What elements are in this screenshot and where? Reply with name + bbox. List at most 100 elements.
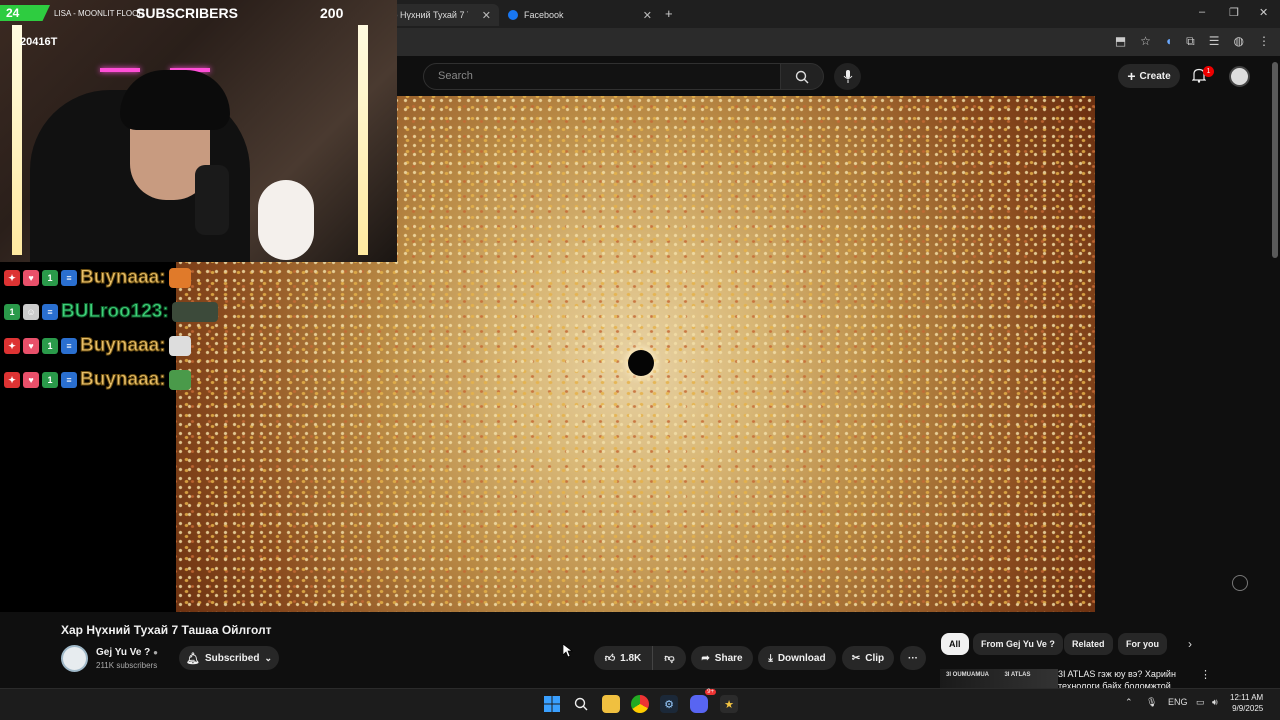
black-hole-graphic bbox=[628, 350, 654, 376]
chip-related[interactable]: Related bbox=[1064, 633, 1113, 655]
system-clock[interactable]: 12:11 AM 9/9/2025 bbox=[1230, 692, 1263, 714]
player-side-area bbox=[1095, 96, 1270, 612]
sword-badge-icon: ✦ bbox=[4, 270, 20, 286]
windows-start-icon[interactable] bbox=[543, 695, 561, 713]
recommended-thumbnail[interactable]: 3I OUMUAMUA 3I ATLAS bbox=[940, 669, 1058, 689]
chevron-right-icon[interactable]: › bbox=[1188, 637, 1192, 651]
new-tab-button[interactable]: + bbox=[665, 6, 673, 21]
list-badge-icon: ≡ bbox=[61, 372, 77, 388]
network-icon[interactable]: ▭ bbox=[1196, 697, 1205, 708]
first-badge-icon: 1 bbox=[42, 270, 58, 286]
toolbar-icons: ⬒ ☆ ◖ ⧉ ☰ ◍ ⋮ bbox=[1115, 34, 1270, 49]
tab-facebook[interactable]: Facebook ✕ bbox=[500, 4, 660, 26]
music-ticker: LISA - MOONLIT FLOOR bbox=[54, 8, 145, 18]
share-button[interactable]: ➦ Share bbox=[691, 646, 753, 670]
thumbs-up-icon: 👍︎ bbox=[604, 653, 616, 664]
create-label: Create bbox=[1139, 70, 1171, 82]
maximize-button[interactable]: ❐ bbox=[1229, 6, 1239, 19]
dislike-button[interactable]: 👎︎ bbox=[652, 646, 686, 670]
channel-name-text: Gej Yu Ve ? bbox=[96, 647, 151, 658]
chip-all[interactable]: All bbox=[941, 633, 969, 655]
list-badge-icon: ≡ bbox=[42, 304, 58, 320]
verified-icon: ● bbox=[153, 648, 158, 657]
cat-badge-icon: ☺ bbox=[23, 304, 39, 320]
share-arrow-icon: ➦ bbox=[701, 652, 710, 664]
streamer-webcam bbox=[0, 0, 397, 262]
taskbar-search-icon[interactable] bbox=[572, 695, 590, 713]
clip-button[interactable]: ✂ Clip bbox=[842, 646, 894, 670]
voice-search-button[interactable] bbox=[834, 63, 861, 90]
tray-mic-icon[interactable]: 🎙︎ bbox=[1146, 697, 1157, 708]
compass-icon[interactable] bbox=[1232, 575, 1248, 591]
chat-username: BULroo123: bbox=[61, 301, 170, 323]
tab-close-icon[interactable]: ✕ bbox=[482, 9, 491, 22]
clock-time: 12:11 AM bbox=[1230, 693, 1264, 702]
bell-icon: 🔔︎ bbox=[186, 652, 200, 665]
chat-username: Buynaaa: bbox=[80, 335, 167, 357]
heart-badge-icon: ♥ bbox=[23, 270, 39, 286]
subscribers-label: SUBSCRIBERS bbox=[136, 5, 238, 21]
close-window-button[interactable]: ✕ bbox=[1259, 6, 1268, 19]
tab-label: Facebook bbox=[524, 10, 564, 20]
video-title: Хар Нүхний Тухай 7 Ташаа Ойлголт bbox=[61, 623, 272, 637]
download-label: Download bbox=[777, 652, 826, 664]
profile-icon[interactable]: ◍ bbox=[1234, 34, 1244, 49]
subscriber-counter: 24 LISA - MOONLIT FLOOR bbox=[0, 4, 144, 22]
like-button[interactable]: 👍︎ 1.8K bbox=[594, 646, 652, 670]
app-icon[interactable]: ★ bbox=[720, 695, 738, 713]
first-badge-icon: 1 bbox=[42, 372, 58, 388]
clock-date: 9/9/2025 bbox=[1232, 704, 1264, 713]
list-badge-icon: ≡ bbox=[61, 270, 77, 286]
search-button[interactable] bbox=[780, 63, 824, 90]
chip-for-you[interactable]: For you bbox=[1118, 633, 1167, 655]
chat-message: 1 ☺ ≡ BULroo123: bbox=[4, 297, 218, 327]
plus-icon: + bbox=[1127, 68, 1136, 84]
channel-subscriber-count: 211K subscribers bbox=[96, 661, 158, 670]
browser-menu-icon[interactable]: ⋮ bbox=[1258, 34, 1270, 49]
chrome-icon[interactable] bbox=[631, 695, 649, 713]
share-label: Share bbox=[714, 652, 743, 664]
account-avatar[interactable] bbox=[1229, 66, 1250, 87]
microphone bbox=[195, 165, 229, 235]
minimize-button[interactable]: – bbox=[1199, 6, 1205, 18]
install-app-icon[interactable]: ⬒ bbox=[1115, 34, 1126, 49]
subscriber-goal: 200 bbox=[320, 5, 344, 21]
channel-avatar[interactable] bbox=[61, 645, 88, 672]
tray-chevron-up-icon[interactable]: ⌃ bbox=[1125, 697, 1133, 708]
subscribed-button[interactable]: 🔔︎ Subscribed ⌄ bbox=[179, 646, 279, 670]
channel-name[interactable]: Gej Yu Ve ? ● bbox=[96, 647, 158, 658]
mouse-cursor-icon bbox=[563, 644, 573, 658]
bookmark-star-icon[interactable]: ☆ bbox=[1140, 34, 1151, 49]
search-input[interactable]: Search bbox=[423, 63, 781, 90]
notification-badge: 1 bbox=[1203, 66, 1214, 77]
tab-close-icon[interactable]: ✕ bbox=[643, 9, 652, 22]
discord-badge: 9+ bbox=[705, 689, 716, 695]
thumb-text: 3I OUMUAMUA bbox=[946, 672, 989, 678]
heart-badge-icon: ♥ bbox=[23, 338, 39, 354]
heart-badge-icon: ♥ bbox=[23, 372, 39, 388]
create-button[interactable]: + Create bbox=[1118, 64, 1180, 88]
chat-username: Buynaaa: bbox=[80, 369, 167, 391]
list-badge-icon: ≡ bbox=[61, 338, 77, 354]
thumb-text: 3I ATLAS bbox=[1004, 672, 1031, 678]
first-badge-icon: 1 bbox=[42, 338, 58, 354]
chat-message: ✦ ♥ 1 ≡ Buynaaa: bbox=[4, 365, 191, 395]
extensions-puzzle-icon[interactable]: ⧉ bbox=[1186, 34, 1195, 49]
scissors-icon: ✂ bbox=[851, 652, 861, 664]
chip-from-channel[interactable]: From Gej Yu Ve ? bbox=[973, 633, 1063, 655]
neon-light bbox=[100, 68, 140, 72]
discord-icon[interactable]: 9+ bbox=[690, 689, 716, 713]
file-explorer-icon[interactable] bbox=[602, 695, 620, 713]
page-scrollbar[interactable] bbox=[1272, 62, 1278, 258]
steam-icon[interactable]: ⚙ bbox=[660, 695, 678, 713]
download-button[interactable]: ⤓ Download bbox=[758, 646, 836, 670]
clip-label: Clip bbox=[865, 652, 885, 664]
reading-list-icon[interactable]: ☰ bbox=[1209, 34, 1220, 49]
volume-icon[interactable]: 🔊︎ bbox=[1212, 697, 1218, 708]
sword-badge-icon: ✦ bbox=[4, 372, 20, 388]
more-vert-icon[interactable]: ⋮ bbox=[1200, 668, 1211, 681]
extension-audio-icon[interactable]: ◖ bbox=[1165, 34, 1172, 49]
language-indicator[interactable]: ENG bbox=[1168, 697, 1188, 707]
plush-toy bbox=[258, 180, 314, 260]
more-actions-button[interactable]: ··· bbox=[900, 646, 926, 670]
